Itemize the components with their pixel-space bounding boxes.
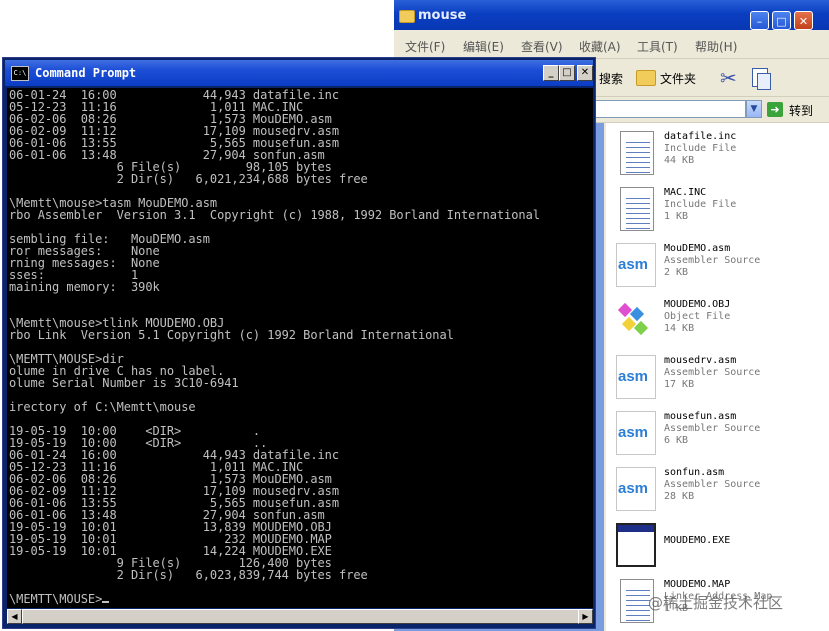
file-type: Object File (664, 311, 731, 322)
file-item[interactable]: asm MouDEMO.asm Assembler Source 2 KB (616, 241, 826, 291)
go-button[interactable]: 转到 (789, 102, 813, 119)
asm-icon: asm (616, 467, 656, 511)
scroll-right-icon[interactable]: ▶ (578, 609, 593, 624)
minimize-button[interactable]: – (750, 11, 769, 30)
console-line: 2 Dir(s) 6,021,234,688 bytes free (9, 172, 368, 186)
maximize-button[interactable]: □ (772, 11, 791, 30)
file-size: 2 KB (664, 267, 689, 278)
cmd-close-button[interactable]: ✕ (577, 65, 593, 81)
file-name: MOUDEMO.OBJ (664, 299, 731, 310)
watermark-text: @稀土掘金技术社区 (648, 594, 784, 612)
file-type: Include File (664, 143, 737, 154)
file-list: datafile.inc Include File 44 KB MAC.INC … (606, 123, 829, 631)
file-item[interactable]: MOUDEMO.OBJ Object File 14 KB (616, 297, 826, 347)
file-size: 44 KB (664, 155, 695, 166)
go-arrow-icon[interactable]: ➜ (767, 102, 783, 117)
file-item[interactable]: asm mousedrv.asm Assembler Source 17 KB (616, 353, 826, 403)
cut-icon[interactable]: ✂ (720, 66, 737, 90)
folders-button[interactable]: 文件夹 (660, 70, 696, 87)
file-type: Assembler Source (664, 367, 761, 378)
search-button[interactable]: 搜索 (599, 70, 623, 87)
file-item[interactable]: MAC.INC Include File 1 KB (616, 185, 826, 235)
file-type: Assembler Source (664, 423, 761, 434)
file-type: Include File (664, 199, 737, 210)
cmd-maximize-button[interactable]: □ (559, 65, 575, 81)
console-line: \MEMTT\MOUSE> (9, 593, 110, 605)
file-size: 6 KB (664, 435, 689, 446)
command-prompt-window: C:\ Command Prompt _ □ ✕ 06-01-24 16:00 … (2, 57, 596, 629)
explorer-menubar: 文件(F) 编辑(E) 查看(V) 收藏(A) 工具(T) 帮助(H) (394, 34, 829, 87)
scroll-thumb[interactable] (22, 609, 582, 624)
file-size: 28 KB (664, 491, 695, 502)
menu-view[interactable]: 查看(V) (521, 38, 563, 55)
exe-window-icon (616, 523, 656, 567)
scroll-left-icon[interactable]: ◀ (7, 609, 22, 624)
asm-icon: asm (616, 355, 656, 399)
file-name: MouDEMO.asm (664, 243, 731, 254)
console-line: rbo Assembler Version 3.1 Copyright (c) … (9, 208, 540, 222)
file-size: 14 KB (664, 323, 695, 334)
menu-favorites[interactable]: 收藏(A) (579, 38, 621, 55)
menu-help[interactable]: 帮助(H) (695, 38, 737, 55)
file-item[interactable]: MOUDEMO.EXE (616, 521, 826, 571)
file-item[interactable]: asm sonfun.asm Assembler Source 28 KB (616, 465, 826, 515)
address-dropdown-icon[interactable]: ▼ (746, 100, 762, 118)
file-type: Assembler Source (664, 255, 761, 266)
console-line: 2 Dir(s) 6,023,839,744 bytes free (9, 568, 368, 582)
menu-tools[interactable]: 工具(T) (637, 38, 678, 55)
explorer-title: mouse (418, 8, 467, 23)
file-name: MAC.INC (664, 187, 707, 198)
file-item[interactable]: datafile.inc Include File 44 KB (616, 129, 826, 179)
copy-icon[interactable] (752, 68, 771, 90)
cmd-icon[interactable]: C:\ (11, 66, 29, 81)
file-name: sonfun.asm (664, 467, 725, 478)
document-icon (620, 187, 654, 231)
file-name: mousedrv.asm (664, 355, 737, 366)
document-icon (620, 131, 654, 175)
asm-icon: asm (616, 243, 656, 287)
cmd-minimize-button[interactable]: _ (543, 65, 559, 81)
folder-icon (399, 10, 415, 23)
menu-edit[interactable]: 编辑(E) (463, 38, 504, 55)
file-size: 1 KB (664, 211, 689, 222)
file-name: datafile.inc (664, 131, 737, 142)
file-type: Assembler Source (664, 479, 761, 490)
file-item[interactable]: asm mousefun.asm Assembler Source 6 KB (616, 409, 826, 459)
asm-icon: asm (616, 411, 656, 455)
close-button[interactable]: ✕ (794, 11, 813, 30)
console-line: rbo Link Version 5.1 Copyright (c) 1992 … (9, 328, 454, 342)
horizontal-scrollbar[interactable]: ◀ ▶ (7, 609, 593, 624)
object-file-icon (616, 299, 656, 343)
cmd-titlebar[interactable]: C:\ Command Prompt _ □ ✕ (5, 60, 593, 86)
console-line: olume Serial Number is 3C10-6941 (9, 376, 239, 390)
file-name: MOUDEMO.MAP (664, 579, 731, 590)
folders-icon (636, 70, 656, 86)
cmd-title: Command Prompt (35, 66, 137, 80)
file-name: MOUDEMO.EXE (664, 535, 731, 546)
explorer-titlebar[interactable]: mouse – □ ✕ (394, 0, 829, 30)
menu-file[interactable]: 文件(F) (405, 38, 445, 55)
console-line: irectory of C:\Memtt\mouse (9, 400, 196, 414)
console-line: maining memory: 390k (9, 280, 160, 294)
file-name: mousefun.asm (664, 411, 737, 422)
console-output[interactable]: 06-01-24 16:00 44,943 datafile.inc 05-12-… (7, 88, 593, 608)
file-size: 17 KB (664, 379, 695, 390)
text-cursor (102, 601, 110, 603)
